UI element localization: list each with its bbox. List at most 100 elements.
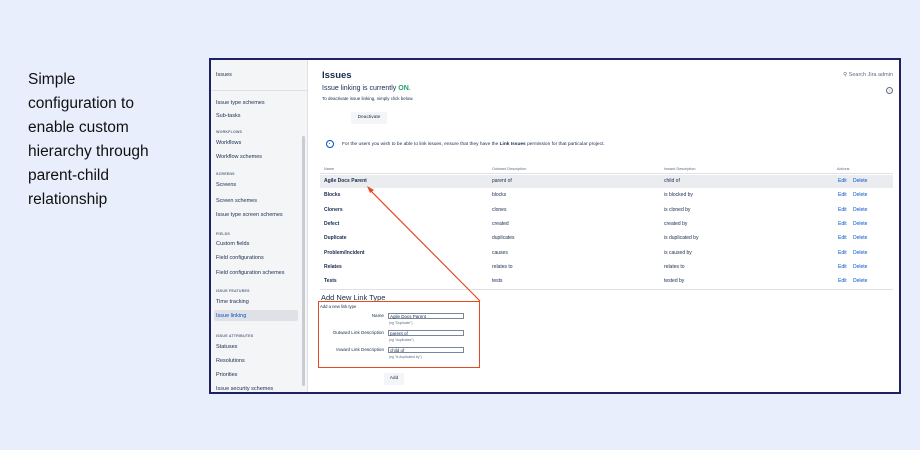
sidebar-item-issue-type-screen-schemes[interactable]: Issue type screen schemes [216,212,283,218]
link-type-inward: tested by [664,278,685,285]
caption-line: enable custom [28,119,129,136]
link-type-name: Cloners [324,206,343,213]
form-subtitle: Add a new link type [320,304,357,309]
info-text-after: permission for that particular project. [525,142,605,147]
link-type-name: Blocks [324,192,341,199]
delete-link[interactable]: Delete [853,235,867,241]
edit-link[interactable]: Edit [838,235,847,241]
status-prefix: Issue linking is currently [322,85,399,92]
search-label: Search Jira admin [848,72,893,78]
delete-link[interactable]: Delete [853,192,867,198]
sidebar-item-sub-tasks[interactable]: Sub-tasks [216,113,240,119]
help-icon[interactable]: ? [886,87,893,94]
caption-line: parent-child [28,167,109,184]
main-content: Issues ⚲ Search Jira admin ? Issue linki… [308,60,899,392]
column-header-inward: Inward Description [664,167,696,171]
link-type-name: Problem/Incident [324,249,365,256]
status-suffix: . [408,85,411,92]
add-link-type-form: Add a new link type Name Agile Docs Pare… [318,301,480,368]
page-title: Issues [322,70,352,81]
sidebar-item-statuses[interactable]: Statuses [216,344,237,350]
search-icon: ⚲ [843,72,848,78]
table-header-divider [320,173,893,174]
sidebar-item-priorities[interactable]: Priorities [216,372,237,378]
search-admin[interactable]: ⚲ Search Jira admin [843,72,893,78]
column-header-actions: Actions [837,167,850,171]
link-type-outward: tests [492,278,503,285]
link-type-inward: relates to [664,263,685,270]
status-state: ON [398,85,409,92]
sidebar-item-issue-security-schemes[interactable]: Issue security schemes [216,386,273,392]
sidebar-item-workflows[interactable]: Workflows [216,140,241,146]
link-type-name: Tests [324,278,337,285]
sidebar-item-field-configurations[interactable]: Field configurations [216,255,264,261]
sidebar-item-field-configuration-schemes[interactable]: Field configuration schemes [216,270,284,276]
link-type-name: Relates [324,263,342,270]
info-text-before: For the users you wish to be able to lin… [342,142,500,147]
edit-link[interactable]: Edit [838,178,847,184]
link-type-name: Duplicate [324,235,347,242]
sidebar-section-issue-features: ISSUE FEATURES [216,289,250,293]
add-button[interactable]: Add [384,373,404,385]
permission-info: For the users you wish to be able to lin… [342,142,605,147]
link-type-inward: is blocked by [664,192,693,199]
sidebar-section-screens: SCREENS [216,172,235,176]
edit-link[interactable]: Edit [838,278,847,284]
delete-link[interactable]: Delete [853,207,867,213]
column-header-name: Name [324,167,335,171]
edit-link[interactable]: Edit [838,221,847,227]
linking-status: Issue linking is currently ON. [322,85,411,92]
link-type-inward: created by [664,220,688,227]
edit-link[interactable]: Edit [838,250,847,256]
link-type-inward: is duplicated by [664,235,699,242]
delete-link[interactable]: Delete [853,278,867,284]
link-type-outward: causes [492,249,508,256]
sidebar-item-screens[interactable]: Screens [216,182,236,188]
jira-admin-window: Issues Issue type schemes Sub-tasks WORKFL… [209,58,901,394]
sidebar-item-resolutions[interactable]: Resolutions [216,358,245,364]
delete-link[interactable]: Delete [853,178,867,184]
name-input[interactable]: Agile Docs Parent [388,312,464,319]
sidebar-header[interactable]: Issues [211,60,307,91]
sidebar-section-issue-attributes: ISSUE ATTRIBUTES [216,334,254,338]
delete-link[interactable]: Delete [853,264,867,270]
sidebar-item-workflow-schemes[interactable]: Workflow schemes [216,154,262,160]
outward-label: Outward Link Description [332,330,384,335]
link-type-inward: is cloned by [664,206,691,213]
link-type-name: Defect [324,220,340,227]
sidebar-item-issue-linking[interactable]: Issue linking [216,313,246,319]
inward-input[interactable]: child of [388,346,464,353]
link-type-outward: relates to [492,263,513,270]
edit-link[interactable]: Edit [838,264,847,270]
deactivate-button[interactable]: Deactivate [351,112,387,124]
link-type-outward: parent of [492,178,512,184]
sidebar-item-custom-fields[interactable]: Custom fields [216,241,249,247]
caption-line: relationship [28,191,108,208]
sidebar-item-issue-type-schemes[interactable]: Issue type schemes [216,100,265,106]
link-type-outward: blocks [492,192,507,199]
sidebar-section-fields: FIELDS [216,232,230,236]
column-header-outward: Outward Description [492,167,527,171]
link-type-outward: clones [492,206,507,213]
sidebar-scrollbar[interactable] [302,136,305,386]
inward-hint: (eg "is duplicated by") [389,354,422,359]
name-label: Name [371,313,384,318]
link-type-name: Agile Docs Parent [324,178,367,184]
edit-link[interactable]: Edit [838,192,847,198]
caption: Simple configuration to enable custom hi… [28,68,178,212]
outward-hint: (eg "duplicates") [389,337,414,342]
sidebar-item-time-tracking[interactable]: Time tracking [216,299,249,305]
edit-link[interactable]: Edit [838,207,847,213]
link-type-inward: is caused by [664,249,692,256]
delete-link[interactable]: Delete [853,221,867,227]
delete-link[interactable]: Delete [853,250,867,256]
sidebar: Issues Issue type schemes Sub-tasks WORKFL… [211,60,308,392]
caption-line: configuration to [28,95,134,112]
outward-input[interactable]: parent of [388,329,464,336]
highlighted-row-background [320,175,893,188]
sidebar-section-workflows: WORKFLOWS [216,130,243,134]
caption-line: Simple [28,71,76,88]
deactivate-instruction: To deactivate issue linking, simply clic… [322,96,414,101]
info-icon [326,140,334,148]
sidebar-item-screen-schemes[interactable]: Screen schemes [216,198,257,204]
